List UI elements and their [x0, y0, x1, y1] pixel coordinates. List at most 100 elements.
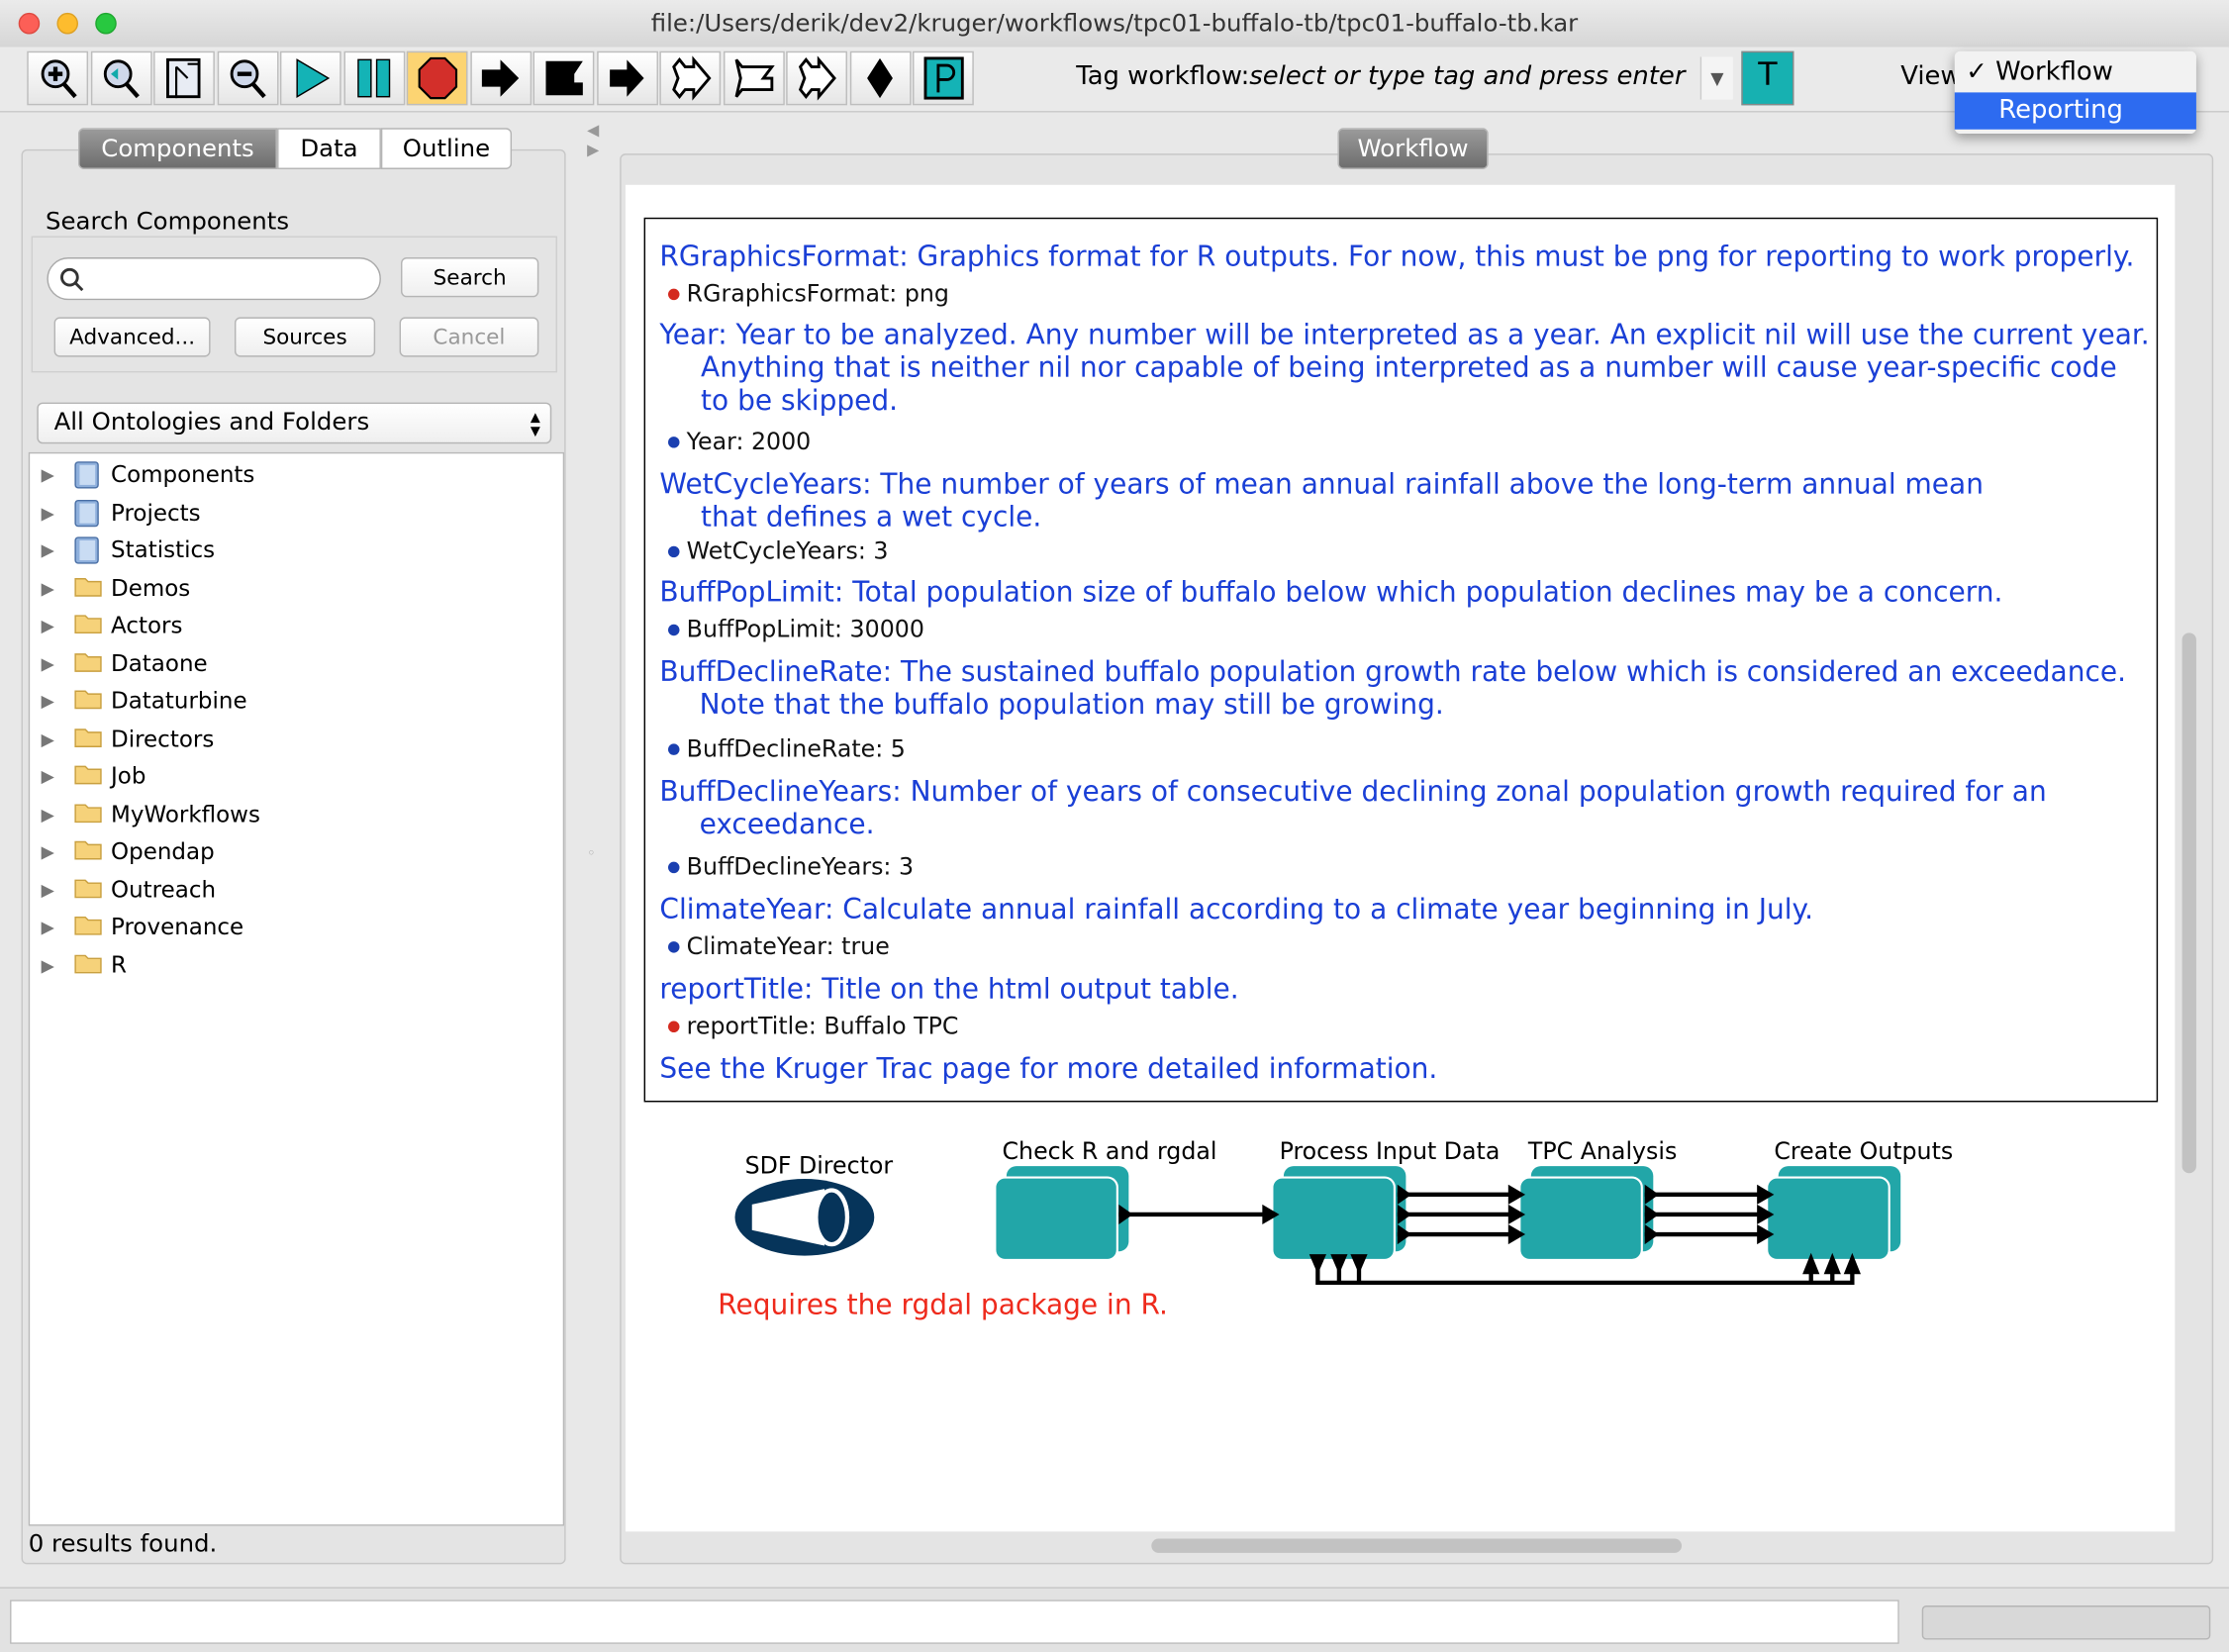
- expand-triangle-icon[interactable]: ▶: [42, 607, 54, 643]
- folder-icon: [74, 837, 103, 860]
- annotation-text: WetCycleYears: The number of years of me…: [659, 467, 1984, 501]
- toolbar: Tag workflow:select or type tag and pres…: [0, 47, 2229, 113]
- zoom-fit-button[interactable]: [153, 50, 215, 106]
- tree-item[interactable]: ▶ R: [30, 946, 563, 983]
- tree-item[interactable]: ▶ Components: [30, 456, 563, 493]
- zigzag-flag-icon: [734, 58, 775, 98]
- expand-triangle-icon[interactable]: ▶: [42, 683, 54, 720]
- expand-triangle-icon[interactable]: ▶: [42, 833, 54, 870]
- stop-button[interactable]: [406, 50, 468, 106]
- vertical-scrollbar[interactable]: [2181, 632, 2196, 1174]
- zigzag-short-button[interactable]: [786, 50, 847, 106]
- tag-button[interactable]: T: [1741, 50, 1794, 106]
- parameter-bullet-icon: [668, 1020, 680, 1033]
- expand-triangle-icon[interactable]: ▶: [42, 946, 54, 983]
- parameter-value[interactable]: ClimateYear: true: [668, 932, 890, 960]
- parameter-value[interactable]: Year: 2000: [668, 428, 811, 455]
- tree-item[interactable]: ▶ MyWorkflows: [30, 796, 563, 832]
- annotation-text: BuffDeclineYears: Number of years of con…: [659, 775, 2047, 809]
- collapse-arrows-icon[interactable]: ◀ ▶: [587, 121, 599, 160]
- zoom-reset-icon: [103, 59, 140, 99]
- zigzag-arrow-button[interactable]: [659, 50, 722, 106]
- tag-input[interactable]: select or type tag and press enter: [1249, 61, 1685, 91]
- zoom-reset-button[interactable]: [90, 50, 151, 106]
- expand-triangle-icon[interactable]: ▶: [42, 721, 54, 757]
- composite-actor-icon[interactable]: [1518, 1176, 1643, 1261]
- tree-item[interactable]: ▶ Job: [30, 758, 563, 795]
- pause-button[interactable]: [342, 50, 405, 106]
- requirement-note: Requires the rgdal package in R.: [718, 1288, 1168, 1321]
- composite-actor-icon[interactable]: [1766, 1176, 1890, 1261]
- flag-arrow-button[interactable]: [533, 50, 595, 106]
- footer-note[interactable]: See the Kruger Trac page for more detail…: [659, 1052, 1437, 1085]
- expand-triangle-icon[interactable]: ▶: [42, 532, 54, 568]
- step-arrow-button[interactable]: [469, 50, 532, 106]
- composite-actor-icon[interactable]: [1271, 1176, 1396, 1261]
- tree-item[interactable]: ▶ Dataturbine: [30, 683, 563, 720]
- tree-item[interactable]: ▶ Provenance: [30, 909, 563, 945]
- tree-item-label: R: [111, 950, 128, 978]
- parameter-value[interactable]: BuffPopLimit: 30000: [668, 616, 924, 642]
- run-button[interactable]: [279, 50, 341, 106]
- expand-triangle-icon[interactable]: ▶: [42, 569, 54, 606]
- diamond-icon: [867, 57, 893, 99]
- expand-triangle-icon[interactable]: ▶: [42, 796, 54, 832]
- p-button-button[interactable]: [913, 50, 974, 106]
- annotation-text: that defines a wet cycle.: [701, 500, 1042, 534]
- flag-arrow-icon: [544, 60, 583, 96]
- cancel-button[interactable]: Cancel: [399, 317, 539, 357]
- composite-actor-icon[interactable]: [994, 1176, 1118, 1261]
- sources-button[interactable]: Sources: [234, 317, 376, 357]
- menu-item-workflow[interactable]: ✓ Workflow: [1955, 54, 2196, 91]
- tab-outline[interactable]: Outline: [380, 128, 513, 169]
- tab-data[interactable]: Data: [277, 128, 381, 169]
- annotation-text: reportTitle: Title on the html output ta…: [659, 972, 1239, 1006]
- tab-workflow[interactable]: Workflow: [1337, 128, 1489, 169]
- expand-triangle-icon[interactable]: ▶: [42, 494, 54, 531]
- annotation-text: Note that the buffalo population may sti…: [699, 688, 1444, 722]
- tree-item[interactable]: ▶ Demos: [30, 569, 563, 606]
- short-arrow-button[interactable]: [596, 50, 658, 106]
- parameter-value[interactable]: BuffDeclineRate: 5: [668, 735, 906, 762]
- tree-item-label: Demos: [111, 573, 191, 602]
- expand-triangle-icon[interactable]: ▶: [42, 456, 54, 493]
- expand-triangle-icon[interactable]: ▶: [42, 645, 54, 682]
- component-tree: ▶ Components ▶ Projects ▶ Statistics ▶ Demos ▶ Ac…: [28, 451, 565, 1526]
- step-arrow-icon: [481, 59, 520, 97]
- menu-item-reporting[interactable]: Reporting: [1954, 92, 2196, 130]
- menu-item-label: Reporting: [1998, 95, 2123, 126]
- search-input[interactable]: [47, 257, 381, 301]
- zoom-out-button[interactable]: [217, 50, 278, 106]
- tree-item[interactable]: ▶ Statistics: [30, 532, 563, 568]
- tab-components[interactable]: Components: [77, 128, 278, 169]
- feedback-connection[interactable]: [1315, 1262, 1855, 1286]
- ontology-select[interactable]: All Ontologies and Folders ▲ ▼: [37, 402, 552, 444]
- splitter-handle[interactable]: ◦: [587, 846, 595, 862]
- tree-item[interactable]: ▶ Actors: [30, 607, 563, 643]
- tree-item-label: Job: [111, 762, 146, 790]
- tree-item-label: Actors: [111, 611, 183, 639]
- tag-dropdown-arrow-icon[interactable]: ▼: [1699, 56, 1733, 100]
- expand-triangle-icon[interactable]: ▶: [42, 758, 54, 795]
- expand-triangle-icon[interactable]: ▶: [42, 909, 54, 945]
- run-icon: [295, 58, 330, 98]
- parameter-value[interactable]: BuffDeclineYears: 3: [668, 853, 914, 880]
- tree-item[interactable]: ▶ Dataone: [30, 645, 563, 682]
- horizontal-scrollbar[interactable]: [1151, 1538, 1683, 1553]
- zigzag-flag-button[interactable]: [723, 50, 785, 106]
- expand-triangle-icon[interactable]: ▶: [42, 871, 54, 908]
- zoom-in-button[interactable]: [27, 50, 89, 106]
- parameter-value[interactable]: RGraphicsFormat: png: [668, 280, 949, 307]
- tree-item[interactable]: ▶ Projects: [30, 494, 563, 531]
- status-field[interactable]: [10, 1600, 1899, 1644]
- parameter-value[interactable]: WetCycleYears: 3: [668, 537, 888, 564]
- tree-item[interactable]: ▶ Outreach: [30, 871, 563, 908]
- tree-item[interactable]: ▶ Directors: [30, 721, 563, 757]
- diamond-button[interactable]: [849, 50, 911, 106]
- advanced-button[interactable]: Advanced...: [53, 317, 211, 357]
- parameter-value[interactable]: reportTitle: Buffalo TPC: [668, 1013, 958, 1039]
- tree-item-label: Opendap: [111, 837, 215, 865]
- search-button[interactable]: Search: [401, 257, 539, 298]
- actor-label: TPC Analysis: [1527, 1137, 1677, 1165]
- tree-item[interactable]: ▶ Opendap: [30, 833, 563, 870]
